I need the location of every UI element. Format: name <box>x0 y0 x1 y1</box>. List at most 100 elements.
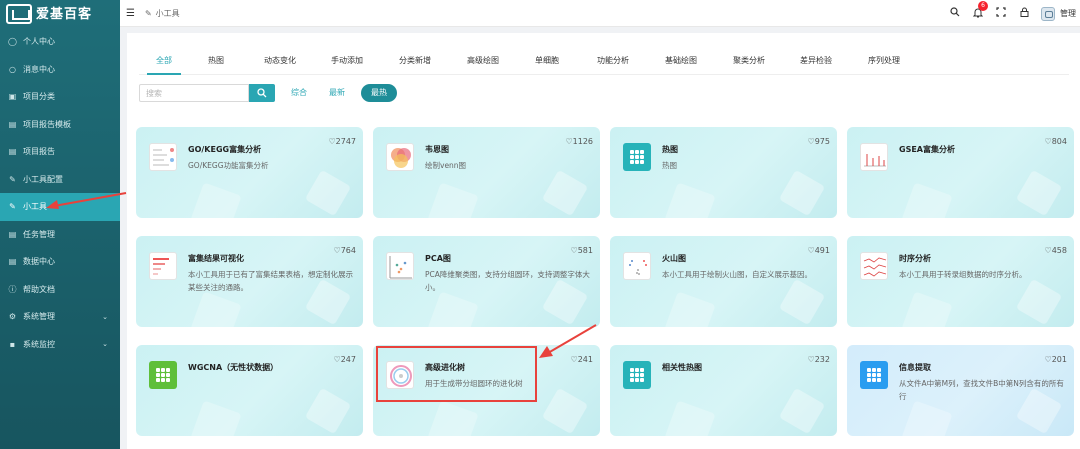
folder-icon: ▣ <box>8 92 17 102</box>
heatmap-tile-icon <box>623 143 651 171</box>
sidebar-item-personal-center[interactable]: ◯ 个人中心 <box>0 28 120 56</box>
card-likes: ♡1126 <box>565 137 593 146</box>
tab-all[interactable]: 全部 <box>147 45 181 75</box>
avatar[interactable] <box>1041 6 1055 21</box>
card-description: 本小工具用于绘制火山图，自定义展示基因。 <box>662 270 812 279</box>
card-likes: ♡2747 <box>328 137 356 146</box>
card-likes: ♡975 <box>808 137 830 146</box>
sidebar-item-report-template[interactable]: ▤ 项目报告模板 <box>0 111 120 139</box>
card-description: 本小工具用于转录组数据的时序分析。 <box>899 270 1027 279</box>
sort-comprehensive[interactable]: 综合 <box>285 84 313 102</box>
heart-icon: ♡ <box>565 137 573 146</box>
fullscreen-icon[interactable] <box>995 7 1007 20</box>
tool-card-gsea[interactable]: GSEA富集分析 ♡804 <box>847 127 1074 218</box>
tab-dynamic-change[interactable]: 动态变化 <box>263 45 297 74</box>
sort-hottest[interactable]: 最热 <box>361 84 397 102</box>
search-button[interactable] <box>249 84 275 102</box>
card-title: 韦恩图 <box>425 145 449 154</box>
like-count: 491 <box>814 246 830 255</box>
tab-difference-test[interactable]: 差异检验 <box>799 45 833 74</box>
tool-card-info-extract[interactable]: 信息提取 从文件A中第M列，查找文件B中第N列含有的所有行 ♡201 <box>847 345 1074 436</box>
top-header: ☰ ✎ 小工具 6 管理 <box>120 0 1080 27</box>
like-count: 232 <box>814 355 830 364</box>
logo[interactable]: 爱基百客 <box>0 0 120 28</box>
edit-icon: ✎ <box>9 174 16 184</box>
tool-card-pca[interactable]: PCA图 PCA降维聚类图，支持分组圆环，支持调整字体大小。 ♡581 <box>373 236 600 327</box>
card-likes: ♡232 <box>808 355 830 364</box>
heart-icon: ♡ <box>333 246 341 255</box>
heart-icon: ♡ <box>1044 355 1052 364</box>
sidebar-item-label: 项目报告模板 <box>23 119 71 129</box>
like-count: 458 <box>1051 246 1067 255</box>
card-title: GSEA富集分析 <box>899 145 955 154</box>
tab-advanced-plot[interactable]: 高级绘图 <box>466 45 500 74</box>
card-description: 热图 <box>662 161 677 170</box>
tab-manual-add[interactable]: 手动添加 <box>330 45 364 74</box>
enrichment-thumbnail <box>149 252 177 280</box>
sidebar-item-tool-config[interactable]: ✎ 小工具配置 <box>0 166 120 194</box>
like-count: 764 <box>340 246 356 255</box>
extract-tile-icon <box>860 361 888 389</box>
lock-icon[interactable] <box>1018 7 1030 20</box>
heart-icon: ♡ <box>1044 137 1052 146</box>
tab-function-analysis[interactable]: 功能分析 <box>596 45 630 74</box>
user-name[interactable]: 管理 <box>1060 8 1076 19</box>
card-description: 本小工具用于已有了富集结果表格，想定制化展示某些关注的通路。 <box>188 270 353 292</box>
sidebar-item-task-management[interactable]: ▤ 任务管理 <box>0 221 120 249</box>
sidebar-item-help-docs[interactable]: ⓘ 帮助文档 <box>0 276 120 304</box>
card-title: WGCNA（无性状数据） <box>188 363 279 372</box>
like-count: 247 <box>340 355 356 364</box>
tool-card-wgcna[interactable]: WGCNA（无性状数据） ♡247 <box>136 345 363 436</box>
card-title: 富集结果可视化 <box>188 254 244 263</box>
wgcna-tile-icon <box>149 361 177 389</box>
task-icon: ▤ <box>8 229 17 239</box>
annotation-arrow-card <box>539 324 597 358</box>
sidebar-item-message-center[interactable]: ○ 消息中心 <box>0 56 120 84</box>
tool-card-volcano[interactable]: 火山图 本小工具用于绘制火山图，自定义展示基因。 ♡491 <box>610 236 837 327</box>
like-count: 2747 <box>335 137 356 146</box>
sidebar-item-project-category[interactable]: ▣ 项目分类 <box>0 83 120 111</box>
message-icon: ○ <box>9 64 16 74</box>
timeseries-thumbnail <box>860 252 888 280</box>
heart-icon: ♡ <box>333 355 341 364</box>
tab-clustering[interactable]: 聚类分析 <box>732 45 766 74</box>
heart-icon: ♡ <box>570 246 578 255</box>
tab-sequence-processing[interactable]: 序列处理 <box>867 45 901 74</box>
tab-basic-plot[interactable]: 基础绘图 <box>664 45 698 74</box>
search-input[interactable] <box>139 84 249 102</box>
gear-icon: ⚙ <box>8 312 17 322</box>
heart-icon: ♡ <box>807 246 815 255</box>
sort-newest[interactable]: 最新 <box>323 84 351 102</box>
tool-card-heatmap[interactable]: 热图 热图 ♡975 <box>610 127 837 218</box>
report-icon: ▤ <box>8 147 17 157</box>
search-icon <box>257 88 267 98</box>
card-likes: ♡458 <box>1045 246 1067 255</box>
search-icon[interactable] <box>949 7 961 20</box>
sidebar-item-data-center[interactable]: ▤ 数据中心 <box>0 248 120 276</box>
tool-icon: ✎ <box>144 8 152 18</box>
card-description: PCA降维聚类图，支持分组圆环，支持调整字体大小。 <box>425 270 590 292</box>
tool-card-enrichment-visualization[interactable]: 富集结果可视化 本小工具用于已有了富集结果表格，想定制化展示某些关注的通路。 ♡… <box>136 236 363 327</box>
tab-heatmap[interactable]: 热图 <box>199 45 233 74</box>
tool-card-venn[interactable]: 韦恩图 绘制venn图 ♡1126 <box>373 127 600 218</box>
sidebar-item-system-monitor[interactable]: ▪ 系统监控 ⌄ <box>0 331 120 359</box>
menu-toggle-icon[interactable]: ☰ <box>126 8 135 19</box>
card-likes: ♡491 <box>808 246 830 255</box>
logo-mark-icon <box>6 4 32 24</box>
chevron-down-icon: ⌄ <box>102 340 108 349</box>
tool-card-correlation-heatmap[interactable]: 相关性热图 ♡232 <box>610 345 837 436</box>
sidebar-item-project-report[interactable]: ▤ 项目报告 <box>0 138 120 166</box>
highlight-box <box>376 346 537 402</box>
sidebar-item-label: 系统管理 <box>23 312 55 322</box>
card-description: 从文件A中第M列，查找文件B中第N列含有的所有行 <box>899 379 1064 401</box>
tab-category-add[interactable]: 分类新增 <box>398 45 432 74</box>
sidebar-item-label: 项目分类 <box>23 92 55 102</box>
like-count: 201 <box>1051 355 1067 364</box>
header-actions: 6 管理 <box>949 0 1076 27</box>
sidebar-item-system-management[interactable]: ⚙ 系统管理 ⌄ <box>0 303 120 331</box>
bell-icon[interactable]: 6 <box>972 0 988 21</box>
tool-card-timeseries[interactable]: 时序分析 本小工具用于转录组数据的时序分析。 ♡458 <box>847 236 1074 327</box>
card-description: 绘制venn图 <box>425 161 467 170</box>
tool-card-go-kegg[interactable]: GO/KEGG富集分析 GO/KEGG功能富集分析 ♡2747 <box>136 127 363 218</box>
tab-single-cell[interactable]: 单细胞 <box>534 45 560 74</box>
